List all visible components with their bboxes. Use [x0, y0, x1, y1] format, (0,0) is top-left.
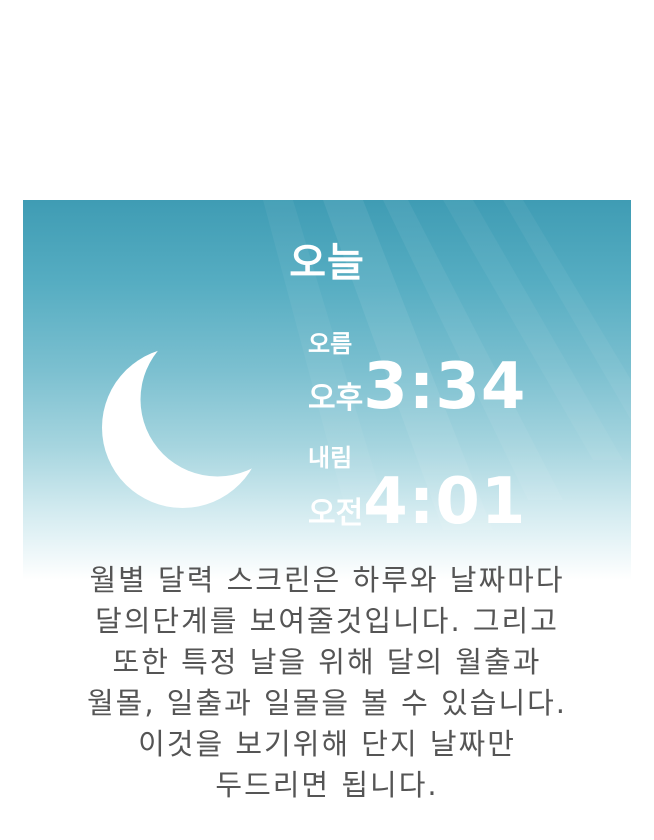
moonset-ampm: 오전 — [308, 496, 364, 531]
description-line: 또한 특정 날을 위해 달의 월출과 — [112, 645, 542, 679]
description-line: 이것을 보기위해 단지 날짜만 — [138, 727, 516, 761]
description-line: 달의단계를 보여줄것입니다. 그리고 — [95, 604, 559, 638]
moonset-time: 오전4:01 — [308, 465, 526, 539]
moonset-clock: 4:01 — [363, 465, 527, 539]
moon-today-screen: 오늘 오름 오후3:34 내림 오전4:01 — [23, 200, 631, 580]
description-line: 두드리면 됩니다. — [215, 768, 439, 802]
description-line: 월몰, 일출과 일몰을 볼 수 있습니다. — [86, 686, 568, 720]
description-line: 월별 달력 스크린은 하루와 날짜마다 — [89, 563, 565, 597]
description-text: 월별 달력 스크린은 하루와 날짜마다 달의단계를 보여줄것입니다. 그리고 또… — [0, 560, 654, 806]
page-title: 오늘 — [289, 240, 365, 286]
crescent-moon-icon — [102, 347, 263, 508]
moonrise-time: 오후3:34 — [308, 350, 526, 424]
moonrise-clock: 3:34 — [363, 350, 527, 424]
moonrise-ampm: 오후 — [308, 381, 364, 416]
